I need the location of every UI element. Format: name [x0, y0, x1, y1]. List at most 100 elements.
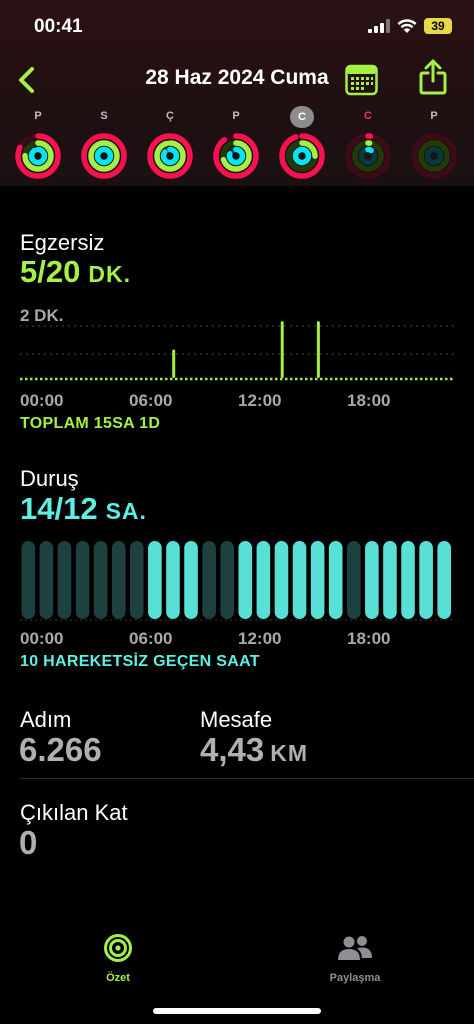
page-title: 28 Haz 2024 Cuma	[145, 66, 329, 89]
status-icons: 39	[368, 18, 452, 34]
distance-unit: KM	[270, 740, 309, 766]
stand-ring-track	[424, 146, 444, 166]
day-letter: S	[100, 110, 108, 122]
day-letter: C	[364, 110, 372, 122]
exercise-value-number: 5/20	[20, 254, 81, 289]
exercise-unit: DK.	[88, 261, 131, 287]
stand-x-label-2: 12:00	[238, 629, 282, 648]
stand-hour-bar-inactive	[130, 541, 144, 619]
tab-sharing-label: Paylaşma	[329, 972, 381, 984]
stand-x-label-0: 00:00	[20, 629, 64, 648]
exercise-chart	[20, 321, 454, 381]
stand-hour-bar-active	[437, 541, 451, 619]
day-rings-0[interactable]: P	[13, 106, 63, 182]
cellular-signal-icon	[368, 19, 390, 33]
activity-rings-icon	[213, 133, 259, 179]
exercise-bar	[172, 349, 176, 378]
day-letter: P	[34, 110, 42, 122]
stand-unit: SA.	[105, 498, 147, 524]
exercise-axis-max-label: 2 DK.	[20, 306, 64, 325]
battery-indicator: 39	[424, 18, 452, 34]
activity-rings-icon	[104, 934, 132, 962]
exercise-bar	[316, 321, 320, 378]
stand-ring-progress	[28, 146, 48, 166]
stand-value: 14/12 SA.	[20, 491, 147, 527]
stand-hour-bar-active	[256, 541, 271, 619]
stand-x-label-1: 06:00	[129, 629, 173, 648]
steps-label: Adım	[20, 707, 72, 732]
stand-hour-bar-active	[184, 541, 198, 619]
exercise-x-label-2: 12:00	[238, 391, 282, 410]
divider	[20, 778, 474, 779]
stand-hour-bar-inactive	[75, 541, 90, 619]
stand-hour-bar-inactive	[347, 541, 361, 619]
steps-value: 6.266	[19, 731, 102, 768]
week-activity-rings: PSÇPCCP	[0, 106, 474, 186]
day-rings-3[interactable]: P	[211, 106, 261, 182]
stand-hour-bar-inactive	[111, 541, 126, 619]
stand-hour-bar-active	[383, 541, 397, 619]
day-rings-6[interactable]: P	[409, 106, 459, 182]
stand-hour-bar-inactive	[57, 541, 72, 619]
tab-summary[interactable]: Özet	[63, 933, 173, 984]
exercise-bar	[280, 321, 284, 378]
stand-hour-bar-active	[401, 541, 415, 619]
exercise-x-label-0: 00:00	[20, 391, 64, 410]
exercise-value: 5/20 DK.	[20, 254, 131, 290]
day-rings-2[interactable]: Ç	[145, 106, 195, 182]
floors-value: 0	[19, 824, 38, 861]
stand-ring-progress	[292, 146, 312, 166]
stand-hour-bar-active	[274, 541, 289, 619]
exercise-x-label-3: 18:00	[347, 391, 391, 410]
day-rings-1[interactable]: S	[79, 106, 129, 182]
stand-hour-bar-active	[292, 541, 307, 619]
tab-summary-label: Özet	[106, 972, 130, 984]
stand-hour-bar-inactive	[39, 541, 54, 619]
activity-rings-icon	[81, 133, 127, 179]
header: 00:41 39 28 Haz 2024 Cuma P S Ç P C C P	[0, 0, 474, 186]
stand-hour-bar-active	[238, 541, 253, 619]
stand-chart	[20, 541, 454, 621]
stand-hour-bar-active	[365, 541, 379, 619]
stand-hour-bar-active	[419, 541, 433, 619]
tab-sharing[interactable]: Paylaşma	[300, 933, 410, 984]
day-letter: P	[232, 110, 240, 122]
stand-ring-progress	[94, 146, 114, 166]
exercise-title: Egzersiz	[20, 230, 105, 255]
stand-hour-bar-inactive	[21, 541, 36, 619]
floors-label: Çıkılan Kat	[20, 800, 128, 825]
stand-hour-bar-inactive	[202, 541, 216, 619]
people-icon	[338, 936, 372, 960]
day-letter: P	[430, 110, 438, 122]
activity-rings-icon	[279, 133, 325, 179]
stand-hour-bar-inactive	[93, 541, 108, 619]
stand-x-label-3: 18:00	[347, 629, 391, 648]
stand-hour-bar-active	[310, 541, 325, 619]
day-rings-5[interactable]: C	[343, 106, 393, 182]
distance-value: 4,43 KM	[200, 731, 308, 769]
day-rings-4[interactable]: C	[277, 106, 327, 182]
stand-hour-bar-active	[166, 541, 180, 619]
exercise-x-label-1: 06:00	[129, 391, 173, 410]
day-letter: Ç	[166, 110, 174, 122]
stand-hour-bar-inactive	[220, 541, 234, 619]
activity-rings-icon	[15, 133, 61, 179]
status-time: 00:41	[34, 16, 83, 37]
activity-rings-icon	[345, 133, 391, 179]
stand-hour-bar-active	[328, 541, 343, 619]
stand-value-number: 14/12	[20, 491, 98, 526]
calendar-icon[interactable]	[345, 63, 378, 96]
activity-rings-icon	[147, 133, 193, 179]
wifi-icon	[397, 18, 417, 33]
stand-hour-bar-active	[148, 541, 162, 619]
exercise-total: TOPLAM 15SA 1D	[20, 415, 161, 432]
distance-label: Mesafe	[200, 707, 273, 732]
stand-ring-progress	[226, 146, 246, 166]
day-letter: C	[290, 106, 314, 128]
status-bar: 00:41 39	[0, 0, 474, 56]
share-icon[interactable]	[418, 58, 448, 96]
home-indicator	[153, 1008, 321, 1014]
inactive-hours-text: 10 HAREKETSİZ GEÇEN SAAT	[20, 653, 260, 670]
stand-ring-progress	[160, 146, 180, 166]
distance-value-number: 4,43	[200, 731, 265, 768]
